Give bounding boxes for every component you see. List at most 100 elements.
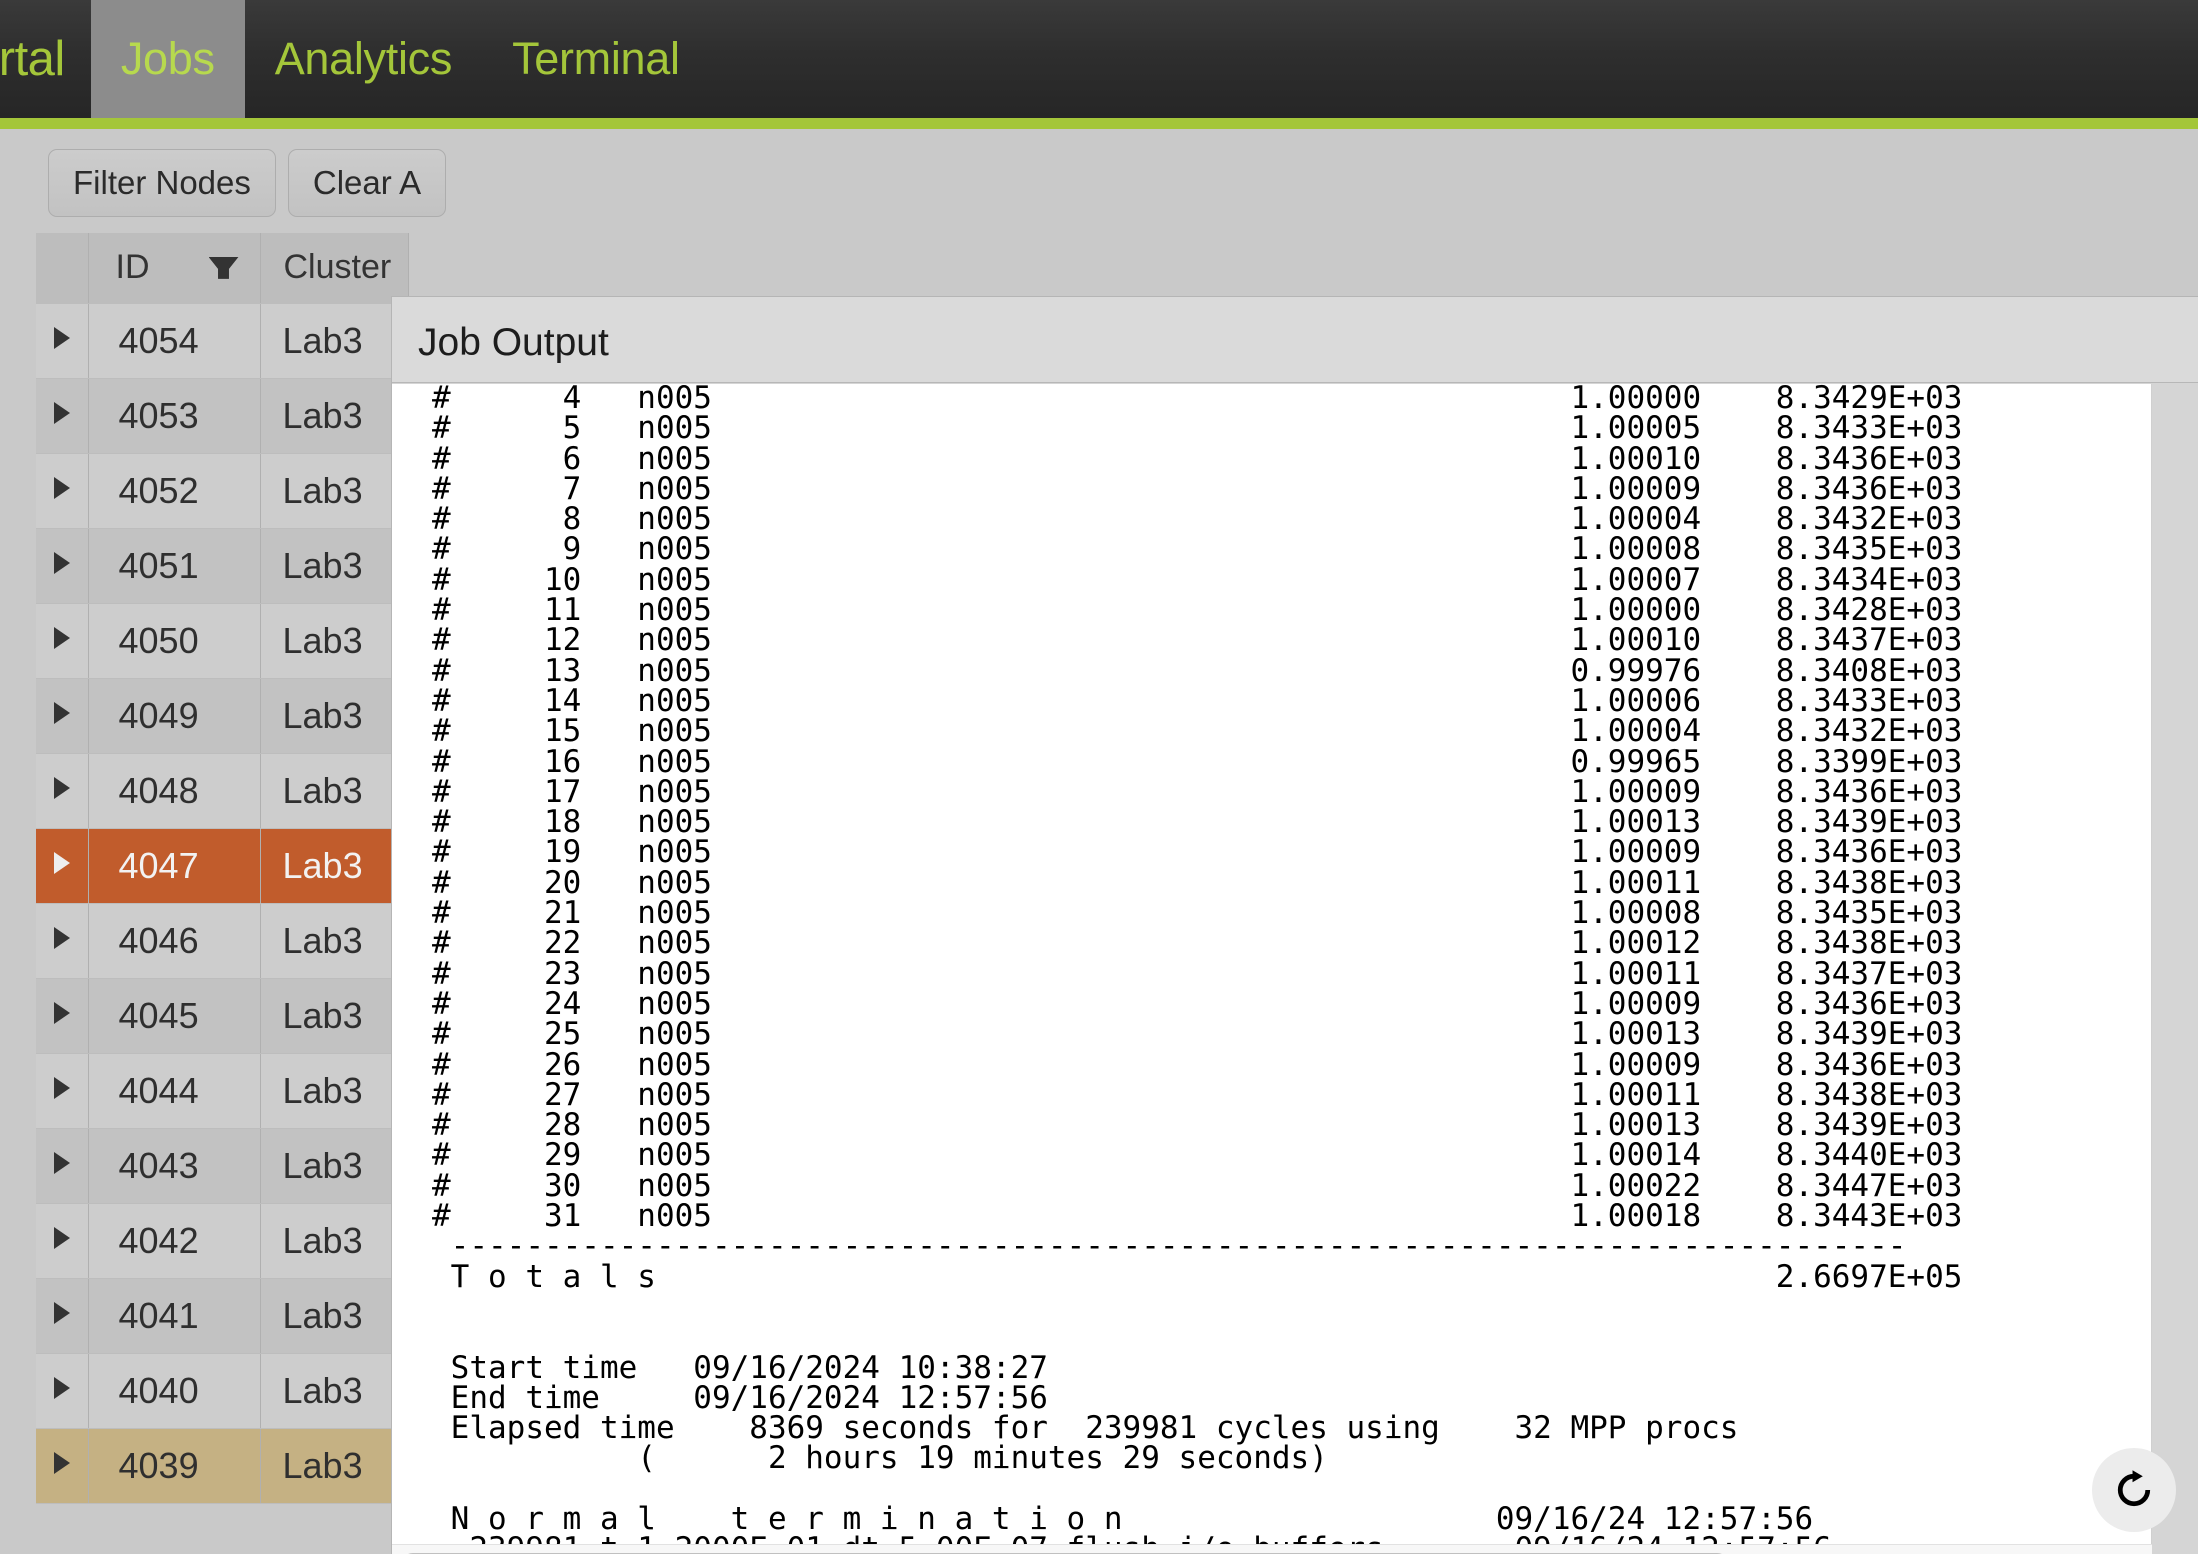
table-row[interactable]: 4043 Lab3 <box>36 1128 409 1204</box>
jobs-table-head: ID Cluster <box>36 233 409 304</box>
table-row[interactable]: 4042 Lab3 <box>36 1203 409 1279</box>
caret-right-icon[interactable] <box>53 777 70 799</box>
table-row[interactable]: 4039 Lab3 <box>36 1428 409 1504</box>
clear-all-button[interactable]: Clear A <box>287 149 447 217</box>
tab-analytics-label: Analytics <box>274 33 453 84</box>
cell-job-id: 4040 <box>88 1353 261 1429</box>
row-expander-cell[interactable] <box>36 378 89 454</box>
row-expander-cell[interactable] <box>36 978 89 1054</box>
cell-job-id: 4042 <box>88 1203 261 1279</box>
row-expander-cell[interactable] <box>36 1203 89 1279</box>
row-expander-cell[interactable] <box>36 753 89 829</box>
cell-job-id: 4044 <box>88 1053 261 1129</box>
table-row[interactable]: 4044 Lab3 <box>36 1053 409 1129</box>
filter-nodes-button[interactable]: Filter Nodes <box>48 149 276 217</box>
jobs-table-header-row: ID Cluster <box>36 233 409 304</box>
table-row[interactable]: 4052 Lab3 <box>36 453 409 529</box>
cell-job-id: 4047 <box>88 828 261 904</box>
row-expander-cell[interactable] <box>36 1053 89 1129</box>
cell-cluster: Lab3 <box>260 528 409 604</box>
caret-right-icon[interactable] <box>53 1302 70 1324</box>
caret-right-icon[interactable] <box>53 1227 70 1249</box>
row-expander-cell[interactable] <box>36 678 89 754</box>
cell-job-id: 4039 <box>88 1428 261 1504</box>
refresh-icon <box>2112 1468 2156 1512</box>
cell-cluster: Lab3 <box>260 1428 409 1504</box>
caret-right-icon[interactable] <box>53 477 70 499</box>
column-header-cluster[interactable]: Cluster <box>260 233 409 304</box>
tab-terminal[interactable]: Terminal <box>482 0 710 118</box>
caret-right-icon[interactable] <box>53 927 70 949</box>
table-row[interactable]: 4041 Lab3 <box>36 1278 409 1354</box>
cell-job-id: 4054 <box>88 303 261 379</box>
caret-right-icon[interactable] <box>53 627 70 649</box>
row-expander-cell[interactable] <box>36 303 89 379</box>
cell-cluster: Lab3 <box>260 1203 409 1279</box>
row-expander-cell[interactable] <box>36 603 89 679</box>
caret-right-icon[interactable] <box>53 1002 70 1024</box>
cell-cluster: Lab3 <box>260 603 409 679</box>
caret-right-icon[interactable] <box>53 1377 70 1399</box>
cell-job-id: 4053 <box>88 378 261 454</box>
tab-jobs-label: Jobs <box>120 33 215 84</box>
caret-right-icon[interactable] <box>53 327 70 349</box>
row-expander-cell[interactable] <box>36 903 89 979</box>
column-header-expander <box>36 233 89 304</box>
filter-icon[interactable] <box>208 256 239 279</box>
table-row[interactable]: 4053 Lab3 <box>36 378 409 454</box>
cell-job-id: 4043 <box>88 1128 261 1204</box>
caret-right-icon[interactable] <box>53 852 70 874</box>
column-header-cluster-label: Cluster <box>283 248 392 287</box>
cell-cluster: Lab3 <box>260 1053 409 1129</box>
jobs-table: ID Cluster 4054 Lab3 4053 Lab3 4052 Lab3 4051 L… <box>36 233 409 1504</box>
column-header-id-label: ID <box>115 248 150 287</box>
table-row[interactable]: 4040 Lab3 <box>36 1353 409 1429</box>
cell-cluster: Lab3 <box>260 978 409 1054</box>
row-expander-cell[interactable] <box>36 453 89 529</box>
cell-cluster: Lab3 <box>260 828 409 904</box>
jobs-toolbar: Filter Nodes Clear A <box>48 149 447 217</box>
table-row[interactable]: 4045 Lab3 <box>36 978 409 1054</box>
tab-jobs[interactable]: Jobs <box>90 0 245 118</box>
cell-job-id: 4049 <box>88 678 261 754</box>
column-header-id[interactable]: ID <box>88 233 261 304</box>
row-expander-cell[interactable] <box>36 1428 89 1504</box>
table-row[interactable]: 4048 Lab3 <box>36 753 409 829</box>
row-expander-cell[interactable] <box>36 528 89 604</box>
top-navbar: ortal Jobs Analytics Terminal <box>0 0 2198 118</box>
row-expander-cell[interactable] <box>36 1128 89 1204</box>
job-output-pane[interactable]: # 4 n005 1.00000 8.3429E+03 # 5 n005 1.0… <box>392 384 2152 1544</box>
table-row[interactable]: 4046 Lab3 <box>36 903 409 979</box>
dialog-title-bar: Job Output <box>392 297 2198 383</box>
row-expander-cell[interactable] <box>36 1278 89 1354</box>
cell-cluster: Lab3 <box>260 378 409 454</box>
caret-right-icon[interactable] <box>53 1452 70 1474</box>
cell-job-id: 4048 <box>88 753 261 829</box>
jobs-table-body: 4054 Lab3 4053 Lab3 4052 Lab3 4051 Lab3 4050 Lab3… <box>36 303 409 1504</box>
app-brand: ortal <box>0 32 65 86</box>
cell-cluster: Lab3 <box>260 1278 409 1354</box>
tab-analytics[interactable]: Analytics <box>245 0 482 118</box>
caret-right-icon[interactable] <box>53 1152 70 1174</box>
page-body: Filter Nodes Clear A ID Cluster 4054 Lab… <box>0 129 2198 1554</box>
cell-job-id: 4046 <box>88 903 261 979</box>
caret-right-icon[interactable] <box>53 702 70 724</box>
row-expander-cell[interactable] <box>36 828 89 904</box>
row-expander-cell[interactable] <box>36 1353 89 1429</box>
output-horizontal-scrollbar[interactable] <box>392 1544 2152 1554</box>
caret-right-icon[interactable] <box>53 552 70 574</box>
app-root: ortal Jobs Analytics Terminal Filter Nod… <box>0 0 2198 1554</box>
table-row[interactable]: 4054 Lab3 <box>36 303 409 379</box>
caret-right-icon[interactable] <box>53 1077 70 1099</box>
table-row[interactable]: 4051 Lab3 <box>36 528 409 604</box>
table-row[interactable]: 4049 Lab3 <box>36 678 409 754</box>
refresh-button[interactable] <box>2092 1448 2176 1532</box>
cell-cluster: Lab3 <box>260 753 409 829</box>
table-row[interactable]: 4050 Lab3 <box>36 603 409 679</box>
caret-right-icon[interactable] <box>53 402 70 424</box>
nav-accent-underline <box>0 118 2198 129</box>
nav-items: ortal Jobs Analytics Terminal <box>0 0 710 118</box>
cell-cluster: Lab3 <box>260 1128 409 1204</box>
table-row[interactable]: 4047 Lab3 <box>36 828 409 904</box>
cell-job-id: 4051 <box>88 528 261 604</box>
